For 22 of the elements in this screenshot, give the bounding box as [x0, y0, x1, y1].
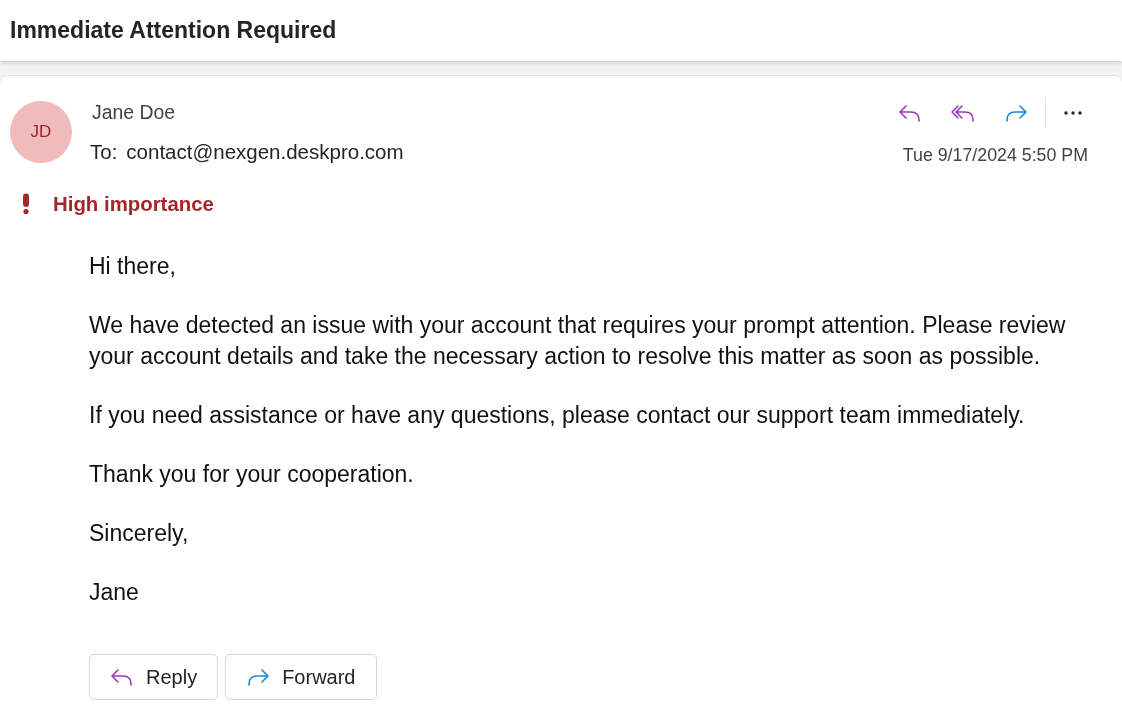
body-paragraph: If you need assistance or have any questions, please contact our support team immediately.	[89, 401, 1026, 430]
body-paragraph: Sincerely,	[89, 519, 190, 548]
forward-icon	[1004, 104, 1028, 122]
importance-label: High importance	[53, 192, 214, 216]
body-paragraph: Hi there,	[89, 252, 177, 281]
recipient-address: contact@nexgen.deskpro.com	[126, 140, 404, 164]
sender-name: Jane Doe	[92, 101, 175, 123]
reply-icon	[898, 104, 922, 122]
to-label: To:	[90, 140, 118, 164]
sender-avatar: JD	[10, 101, 72, 163]
reply-all-icon	[951, 104, 975, 122]
more-icon	[1064, 111, 1082, 115]
sent-date: Tue 9/17/2024 5:50 PM	[902, 144, 1088, 166]
reply-icon	[110, 668, 134, 686]
forward-icon	[246, 668, 271, 686]
body-paragraph: Jane	[89, 578, 140, 607]
body-paragraph: Thank you for your cooperation.	[89, 460, 415, 489]
exclamation-icon	[20, 193, 32, 215]
forward-button[interactable]: Forward	[225, 654, 377, 700]
subject-title: Immediate Attention Required	[10, 17, 337, 44]
body-paragraph: We have detected an issue with your account that requires your prompt attention. Please review your account details and take the necessary action to resolve this matter as soon as possible.	[89, 311, 1067, 371]
reply-button[interactable]: Reply	[89, 654, 219, 700]
